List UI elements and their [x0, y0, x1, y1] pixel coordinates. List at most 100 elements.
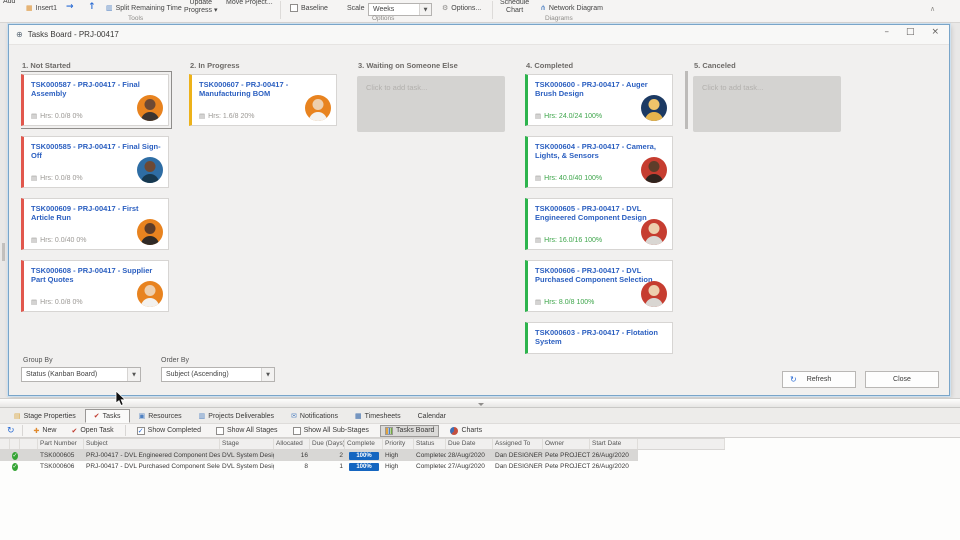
column-header-due-days-[interactable]: Due (Days) [310, 439, 345, 449]
panel-splitter[interactable] [0, 398, 960, 408]
column-header-blank[interactable] [20, 439, 38, 449]
add-task-placeholder[interactable]: Click to add task... [693, 76, 841, 132]
column-header-complete[interactable]: Complete [345, 439, 383, 449]
show-all-substages-label: Show All Sub-Stages [304, 427, 369, 434]
task-card[interactable]: TSK000606 - PRJ-00417 - DVL Purchased Co… [525, 260, 673, 312]
column-header-priority[interactable]: Priority [383, 439, 414, 449]
network-diagram-button[interactable]: ⋔ Network Diagram [540, 4, 603, 12]
insert-button[interactable]: ▦ Insert1 [26, 4, 57, 12]
show-completed-box[interactable] [137, 427, 145, 435]
tab-notifications[interactable]: ✉ Notifications [283, 409, 346, 423]
avatar [641, 157, 667, 183]
open-task-button[interactable]: ✔ Open Task [67, 426, 117, 436]
column-header-stage[interactable]: Stage [220, 439, 274, 449]
tab-label: Tasks [103, 413, 121, 420]
close-icon[interactable]: × [931, 27, 939, 37]
show-all-substages-box[interactable] [293, 427, 301, 435]
tasks-board-label: Tasks Board [396, 427, 435, 434]
refresh-icon: ↻ [790, 375, 797, 384]
table-row[interactable]: ✓TSK000605PRJ-00417 - DVL Engineered Com… [0, 450, 638, 461]
task-card[interactable]: TSK000607 - PRJ-00417 - Manufacturing BO… [189, 74, 337, 126]
task-card[interactable]: TSK000604 - PRJ-00417 - Camera, Lights, … [525, 136, 673, 188]
task-card[interactable]: TSK000605 - PRJ-00417 - DVL Engineered C… [525, 198, 673, 250]
chevron-down-icon[interactable] [478, 403, 484, 406]
column-header-start-date[interactable]: Start Date [590, 439, 638, 449]
column-body: Click to add task... [357, 76, 505, 132]
column-header-part-number[interactable]: Part Number [38, 439, 84, 449]
maximize-button[interactable]: □ [906, 27, 915, 37]
tasks-board-button[interactable]: Tasks Board [380, 425, 440, 437]
minimize-button[interactable]: – [884, 27, 889, 37]
update-progress-button[interactable]: Update Progress ▾ [184, 0, 217, 15]
schedule-chart-button[interactable]: Schedule Chart [500, 0, 529, 15]
column-body: TSK000607 - PRJ-00417 - Manufacturing BO… [189, 74, 337, 126]
dialog-titlebar[interactable]: ⊕ Tasks Board - PRJ-00417 – □ × [9, 25, 949, 45]
task-card[interactable]: TSK000600 - PRJ-00417 - Auger Brush Desi… [525, 74, 673, 126]
show-all-stages-box[interactable] [216, 427, 224, 435]
avatar [305, 95, 331, 121]
kanban-column: 5. Canceled Click to add task... [693, 55, 841, 132]
ribbon-separator [492, 1, 493, 19]
table-row[interactable]: ✓TSK000606PRJ-00417 - DVL Purchased Comp… [0, 461, 638, 472]
column-header-assigned-to[interactable]: Assigned To [493, 439, 543, 449]
column-scrollbar[interactable] [685, 71, 688, 129]
tab-tasks[interactable]: ✔ Tasks [85, 409, 130, 423]
collapse-ribbon-icon[interactable]: ∧ [930, 5, 935, 13]
tab-stage-properties[interactable]: ▤ Stage Properties [6, 409, 84, 423]
chevron-down-icon[interactable]: ▼ [127, 368, 140, 381]
refresh-icon[interactable]: ↻ [5, 426, 15, 436]
tab-calendar[interactable]: Calendar [410, 409, 454, 423]
table-header-row: Part NumberSubjectStageAllocatedDue (Day… [0, 438, 725, 450]
tab-timesheets[interactable]: ▦ Timesheets [347, 409, 409, 423]
options-button[interactable]: ⚙ Options... [442, 4, 481, 12]
tab-projects-deliverables[interactable]: ▥ Projects Deliverables [191, 409, 282, 423]
task-card[interactable]: TSK000609 - PRJ-00417 - First Article Ru… [21, 198, 169, 250]
add-task-placeholder[interactable]: Click to add task... [357, 76, 505, 132]
add-button[interactable]: Add [3, 0, 15, 5]
order-by-select[interactable]: Subject (Ascending) ▼ [161, 367, 275, 382]
column-header-allocated[interactable]: Allocated [274, 439, 310, 449]
task-card-title: TSK000585 - PRJ-00417 - Final Sign-Off [31, 142, 163, 160]
task-card[interactable]: TSK000587 - PRJ-00417 - Final Assembly ▤… [21, 74, 169, 126]
chevron-down-icon[interactable]: ▼ [419, 4, 431, 15]
new-button[interactable]: ✚ New [30, 426, 61, 436]
avatar [137, 219, 163, 245]
baseline-checkbox-box[interactable] [290, 4, 298, 12]
task-card[interactable]: TSK000585 - PRJ-00417 - Final Sign-Off ▤… [21, 136, 169, 188]
baseline-checkbox[interactable]: Baseline [290, 4, 328, 12]
move-project-label: Move Project... [226, 0, 273, 6]
update-line1: Update [189, 0, 212, 6]
show-all-substages-checkbox[interactable]: Show All Sub-Stages [289, 426, 373, 436]
kanban-column: 2. In Progress TSK000607 - PRJ-00417 - M… [189, 55, 337, 136]
task-card[interactable]: TSK000608 - PRJ-00417 - Supplier Part Qu… [21, 260, 169, 312]
refresh-label: Refresh [807, 376, 832, 383]
column-header-status[interactable]: Status [414, 439, 446, 449]
close-button[interactable]: Close [865, 371, 939, 388]
column-header-blank[interactable] [0, 439, 10, 449]
show-completed-checkbox[interactable]: Show Completed [133, 426, 205, 436]
left-panel-handle[interactable] [2, 243, 5, 261]
charts-button[interactable]: Charts [446, 426, 486, 436]
arrow-right-button[interactable]: → [66, 2, 74, 12]
tasks-board-icon: ⊕ [16, 30, 23, 39]
arrow-up-button[interactable]: ↑ [88, 2, 96, 12]
order-by-value: Subject (Ascending) [166, 371, 229, 378]
insert-label: Insert1 [36, 5, 57, 12]
column-header-subject[interactable]: Subject [84, 439, 220, 449]
order-by-label: Order By [161, 357, 189, 364]
move-project-button[interactable]: Move Project... [226, 0, 273, 6]
column-header-owner[interactable]: Owner [543, 439, 590, 449]
group-by-select[interactable]: Status (Kanban Board) ▼ [21, 367, 141, 382]
column-header: 4. Completed [526, 61, 673, 74]
chevron-down-icon[interactable]: ▼ [261, 368, 274, 381]
task-card[interactable]: TSK000603 - PRJ-00417 - Flotation System [525, 322, 673, 354]
split-remaining-time-button[interactable]: ▥ Split Remaining Time [106, 4, 182, 12]
toolbar-separator [22, 425, 23, 436]
tab-resources[interactable]: ▣ Resources [131, 409, 190, 423]
column-header-blank[interactable] [10, 439, 20, 449]
show-all-stages-checkbox[interactable]: Show All Stages [212, 426, 282, 436]
task-card-hours: ▤ Hrs: 16.0/16 100% [535, 236, 602, 244]
refresh-button[interactable]: ↻ Refresh [782, 371, 856, 388]
ribbon: Add ▦ Insert1 → ↑ ▥ Split Remaining Time… [0, 0, 960, 23]
column-header-due-date[interactable]: Due Date [446, 439, 493, 449]
